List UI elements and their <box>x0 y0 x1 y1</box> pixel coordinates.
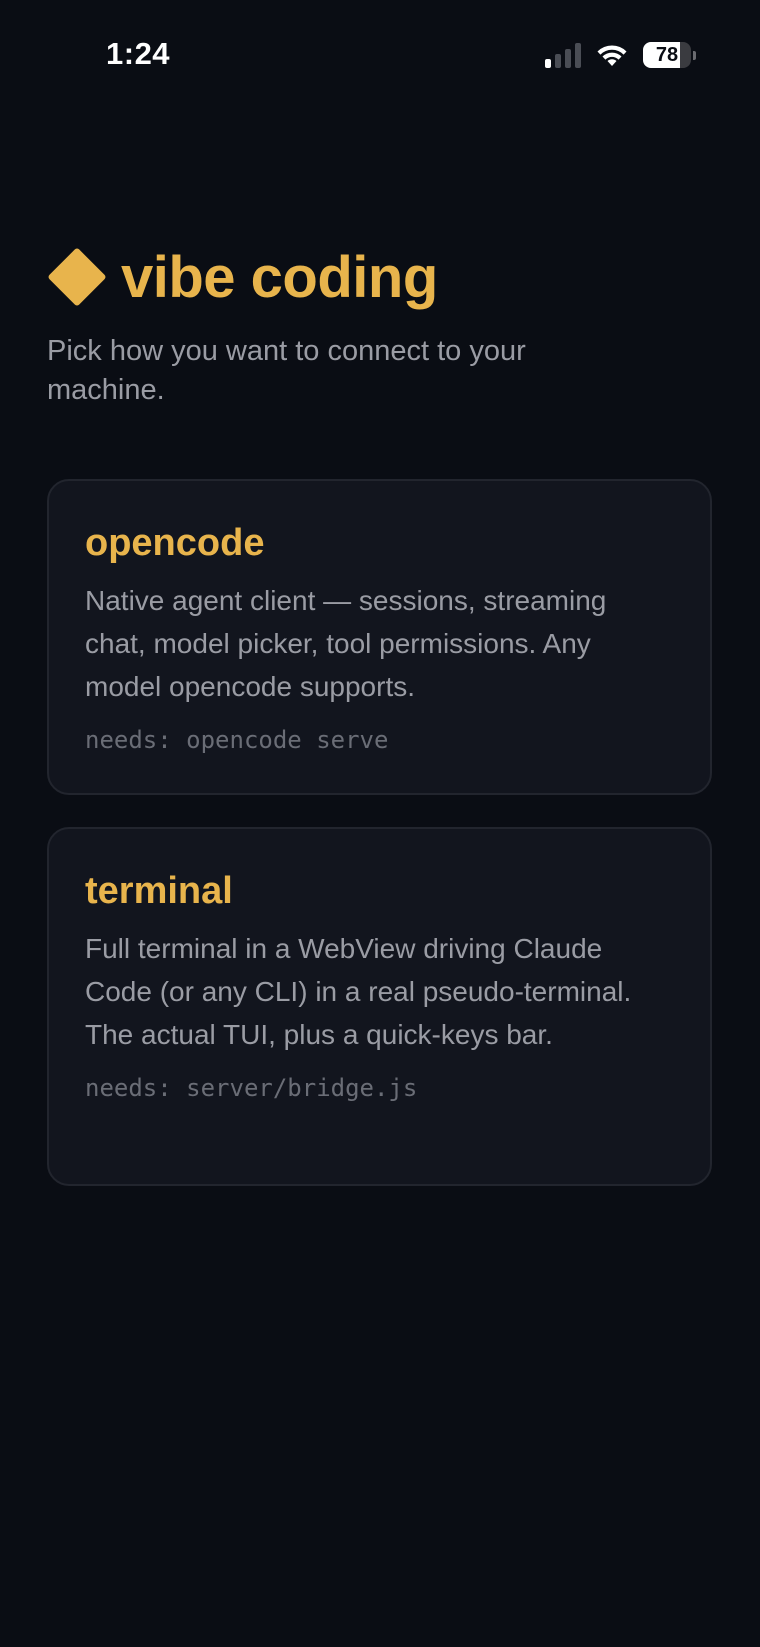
option-card-terminal[interactable]: terminal Full terminal in a WebView driv… <box>47 827 712 1186</box>
app-header: vibe coding Pick how you want to connect… <box>47 240 707 410</box>
app-title: vibe coding <box>121 244 438 310</box>
option-requirement: needs: server/bridge.js <box>85 1074 418 1102</box>
option-description: Full terminal in a WebView driving Claud… <box>85 933 632 1050</box>
wifi-icon <box>597 45 627 66</box>
app-subtitle: Pick how you want to connect to your mac… <box>47 335 526 406</box>
cellular-signal-icon <box>545 42 581 68</box>
option-title: terminal <box>85 870 233 912</box>
option-description: Native agent client — sessions, streamin… <box>85 585 607 702</box>
diamond-icon <box>47 247 107 307</box>
title-row: vibe coding <box>47 240 707 314</box>
option-title: opencode <box>85 522 265 564</box>
status-time: 1:24 <box>106 36 171 71</box>
battery-level: 78 <box>655 43 679 66</box>
status-indicators: 78 <box>545 40 696 70</box>
option-requirement: needs: opencode serve <box>85 726 389 754</box>
option-card-opencode[interactable]: opencode Native agent client — sessions,… <box>47 479 712 795</box>
battery-icon: 78 <box>643 42 696 68</box>
status-bar: 1:24 78 <box>0 0 760 110</box>
